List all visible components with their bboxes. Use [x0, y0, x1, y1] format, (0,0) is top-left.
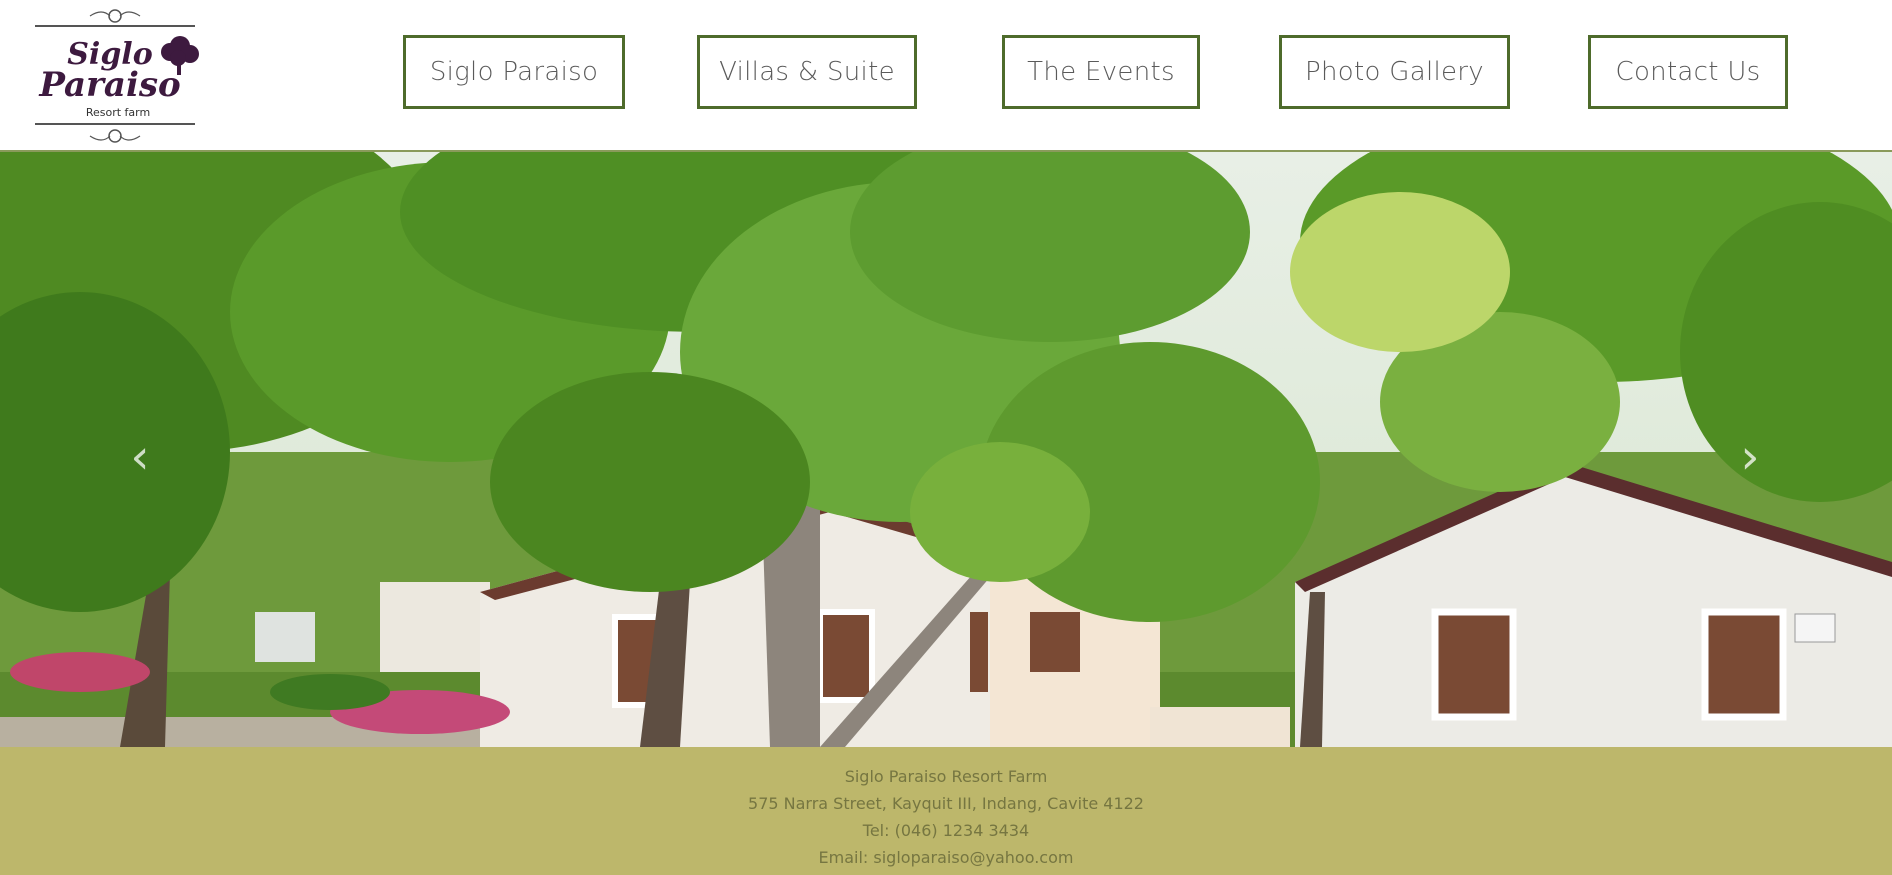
site-header: Siglo Paraiso Resort farm Siglo Paraiso … — [0, 0, 1892, 152]
site-logo[interactable]: Siglo Paraiso Resort farm — [30, 6, 210, 146]
logo-tagline: Resort farm — [86, 106, 150, 119]
footer-address: 575 Narra Street, Kayquit III, Indang, C… — [748, 794, 1144, 813]
nav-siglo-paraiso[interactable]: Siglo Paraiso — [403, 35, 625, 109]
footer-telephone: Tel: (046) 1234 3434 — [862, 821, 1030, 840]
nav-photo-gallery[interactable]: Photo Gallery — [1279, 35, 1510, 109]
chevron-left-icon: ‹ — [130, 429, 150, 485]
footer-email: Email: sigloparaiso@yahoo.com — [818, 848, 1074, 867]
footer-company-name: Siglo Paraiso Resort Farm — [844, 767, 1048, 786]
logo-name-line2: Paraiso — [38, 65, 180, 105]
hero-carousel: ‹ › — [0, 152, 1892, 747]
carousel-prev-button[interactable]: ‹ — [110, 427, 170, 487]
nav-the-events[interactable]: The Events — [1002, 35, 1200, 109]
chevron-right-icon: › — [1740, 429, 1760, 485]
hero-image — [0, 152, 1892, 747]
logo-graphic: Siglo Paraiso Resort farm — [35, 9, 199, 143]
nav-villas-suite[interactable]: Villas & Suite — [697, 35, 917, 109]
nav-contact-us[interactable]: Contact Us — [1588, 35, 1788, 109]
carousel-next-button[interactable]: › — [1720, 427, 1780, 487]
site-footer: Siglo Paraiso Resort Farm 575 Narra Stre… — [0, 747, 1892, 875]
